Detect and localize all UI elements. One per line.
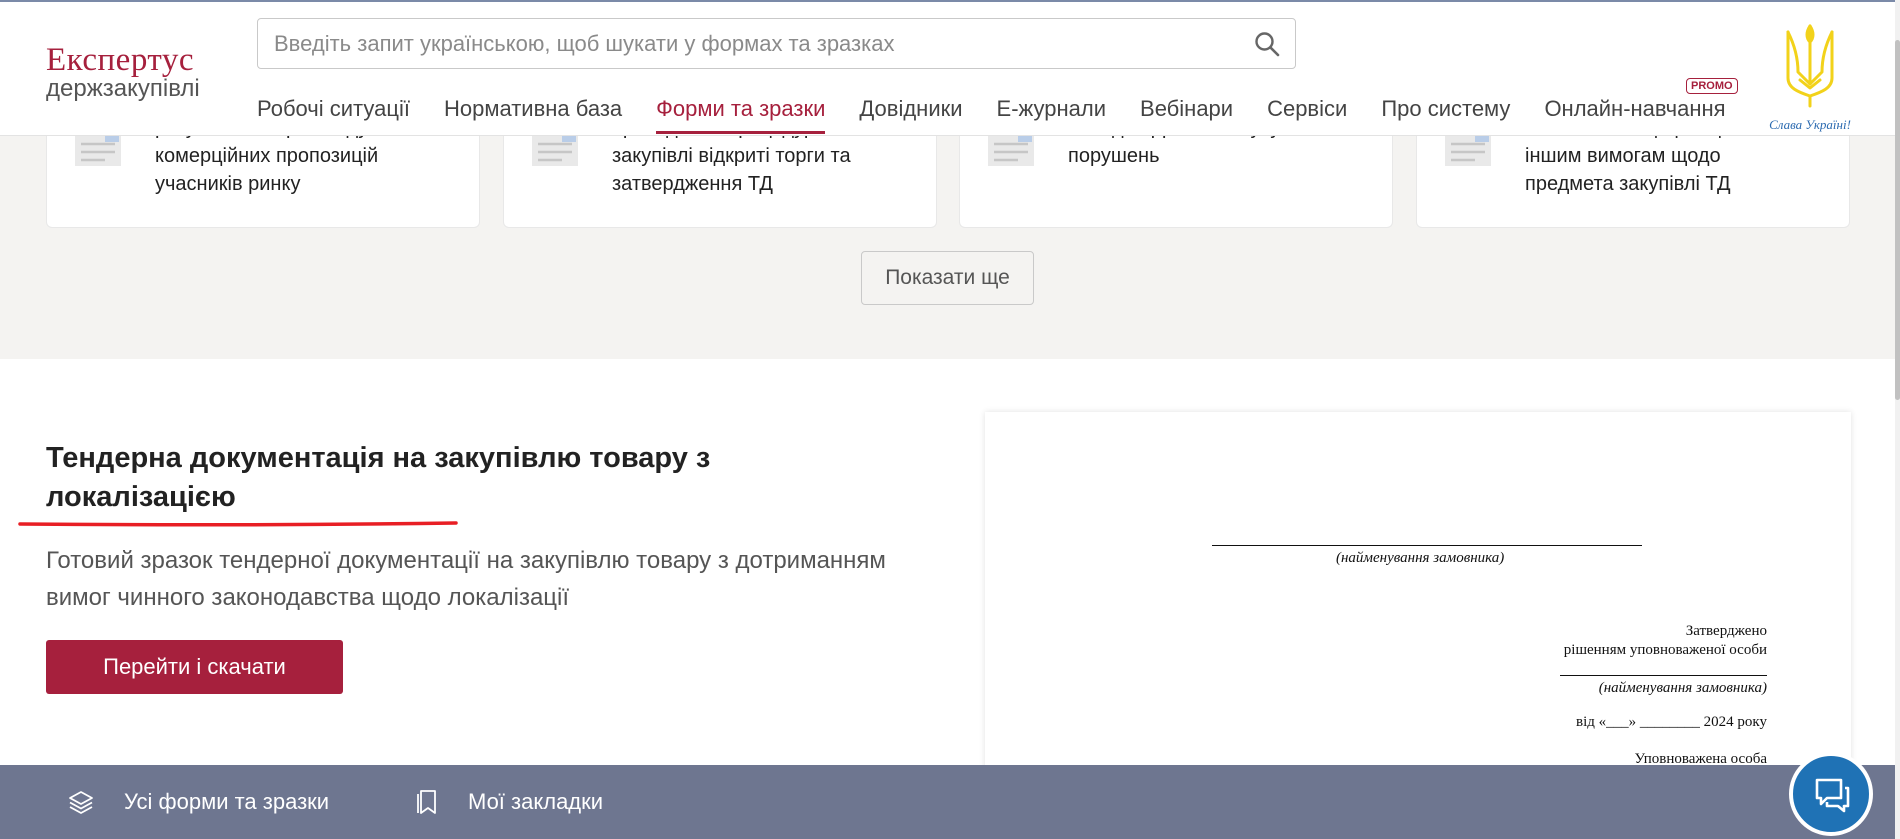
emblem-caption: Слава Україні! bbox=[1769, 117, 1851, 132]
nav-item-regulatory-base[interactable]: Нормативна база bbox=[444, 94, 622, 134]
trident-icon bbox=[1786, 24, 1834, 108]
document-icon bbox=[1445, 136, 1491, 166]
nav-item-forms-samples[interactable]: Форми та зразки bbox=[656, 94, 826, 134]
form-card[interactable]: технічної специфікації таіншим вимогам щ… bbox=[1416, 117, 1850, 228]
document-icon bbox=[75, 136, 121, 166]
header: Експертус держзакупівлі Робочі ситуації … bbox=[0, 0, 1900, 136]
nav-item-reference[interactable]: Довідники bbox=[859, 94, 962, 134]
logo-title: Експертус bbox=[46, 42, 195, 78]
all-forms-link[interactable]: Усі форми та зразки bbox=[68, 765, 329, 839]
my-bookmarks-link[interactable]: Мої закладки bbox=[414, 765, 603, 839]
nav-item-webinars[interactable]: Вебінари bbox=[1140, 94, 1233, 134]
approved-label: Затверджено bbox=[1685, 623, 1767, 639]
red-underline-annotation bbox=[18, 521, 458, 527]
form-card[interactable]: результатами розглядукомерційних пропози… bbox=[46, 117, 480, 228]
search-icon[interactable] bbox=[1253, 30, 1281, 58]
page-description: Готовий зразок тендерної документації на… bbox=[46, 547, 886, 611]
by-decision-label: рішенням уповноваженої особи bbox=[1563, 642, 1767, 658]
logo[interactable]: Експертус держзакупівлі bbox=[46, 42, 216, 102]
customer-name-line bbox=[1212, 545, 1642, 546]
customer-name-line-2 bbox=[1560, 675, 1767, 676]
chat-icon bbox=[1815, 778, 1850, 813]
all-forms-label: Усі форми та зразки bbox=[124, 789, 330, 814]
chat-button[interactable] bbox=[1789, 752, 1873, 836]
form-card[interactable]: проведення процедуризакупівлі відкриті т… bbox=[503, 117, 937, 228]
related-forms-section: результатами розглядукомерційних пропози… bbox=[0, 117, 1900, 359]
logo-subtitle: держзакупівлі bbox=[46, 75, 200, 102]
promo-badge: PROMO bbox=[1686, 78, 1738, 94]
page-title: Тендерна документація на закупівлю товар… bbox=[46, 442, 711, 513]
customer-caption-2: (найменування замовника) bbox=[1598, 680, 1767, 696]
date-line: від «___» ________ 2024 року bbox=[1576, 714, 1767, 730]
nav-item-online-learning[interactable]: Онлайн-навчання bbox=[1544, 94, 1725, 134]
go-and-download-button[interactable]: Перейти і скачати bbox=[46, 640, 343, 694]
nav-item-e-journals[interactable]: Е-журнали bbox=[997, 94, 1106, 134]
page-scrollbar[interactable] bbox=[1895, 0, 1900, 839]
bookmark-icon bbox=[417, 790, 436, 814]
customer-caption: (найменування замовника) bbox=[1336, 550, 1505, 566]
scrollbar-thumb[interactable] bbox=[1895, 40, 1900, 400]
main-nav: Робочі ситуації Нормативна база Форми та… bbox=[257, 94, 1760, 134]
document-icon bbox=[988, 136, 1034, 166]
my-bookmarks-label: Мої закладки bbox=[468, 789, 604, 814]
nav-item-work-situations[interactable]: Робочі ситуації bbox=[257, 94, 410, 134]
show-more-button[interactable]: Показати ще bbox=[861, 251, 1034, 305]
search-box bbox=[257, 18, 1296, 69]
form-card[interactable]: змін до ТД з метою усуненняпорушень bbox=[959, 117, 1393, 228]
nav-item-about[interactable]: Про систему bbox=[1381, 94, 1510, 134]
nav-item-services[interactable]: Сервіси bbox=[1267, 94, 1347, 134]
document-icon bbox=[532, 136, 578, 166]
search-input[interactable] bbox=[258, 19, 1218, 68]
layers-icon bbox=[69, 791, 93, 814]
ukraine-emblem: Слава Україні! bbox=[1760, 22, 1860, 134]
bottom-bar: Усі форми та зразки Мої закладки bbox=[0, 765, 1895, 839]
